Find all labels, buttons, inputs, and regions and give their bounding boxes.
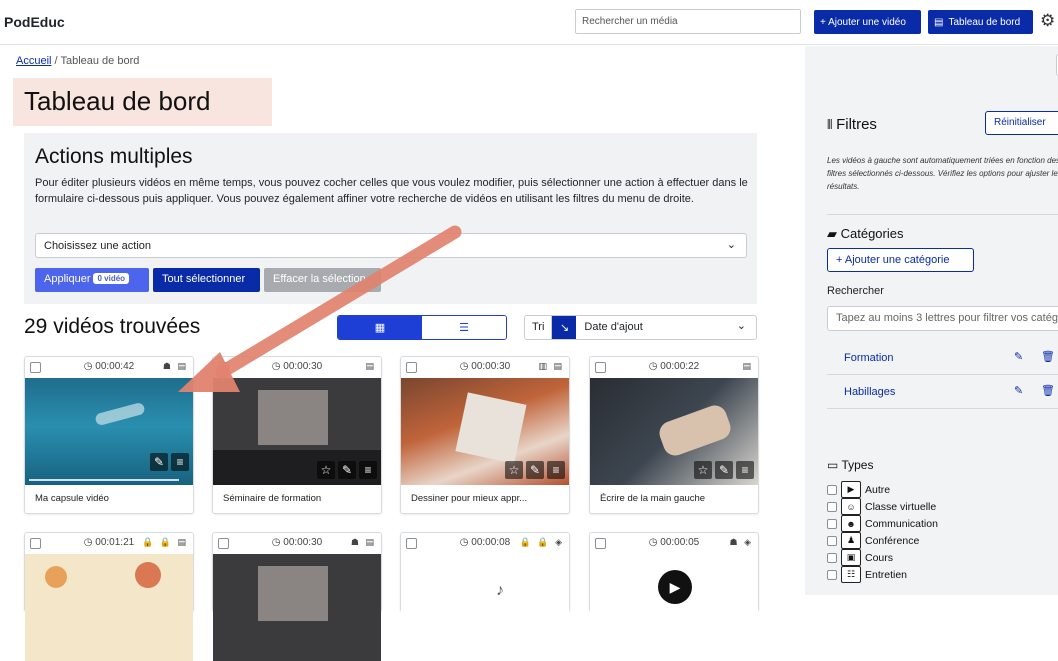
type-option[interactable]: ☻ Communication xyxy=(827,515,938,532)
trash-icon[interactable]: 🗑 xyxy=(1041,350,1055,363)
divider xyxy=(827,214,1058,215)
filters-sidebar: ⫴ Filtres Réinitialiser Les vidéos à gau… xyxy=(805,46,1058,595)
monitor-icon: ▭ xyxy=(827,458,842,472)
sliders-icon: ⫴ xyxy=(827,117,837,132)
course-icon: ▣ xyxy=(841,549,861,566)
type-label: Classe virtuelle xyxy=(865,500,937,513)
type-label: Cours xyxy=(865,551,894,564)
communication-icon: ☻ xyxy=(841,515,861,532)
trash-icon[interactable]: 🗑 xyxy=(1041,384,1055,397)
type-option[interactable]: ☺ Classe virtuelle xyxy=(827,498,936,515)
category-row[interactable]: Habillages ✎ 🗑 xyxy=(827,375,1058,409)
type-checkbox[interactable] xyxy=(827,535,837,546)
type-checkbox[interactable] xyxy=(827,552,837,563)
type-checkbox[interactable] xyxy=(827,569,837,580)
filters-note: Les vidéos à gauche sont automatiquement… xyxy=(827,156,1058,191)
type-label: Communication xyxy=(865,517,938,530)
add-category-button[interactable]: + Ajouter une catégorie xyxy=(827,248,974,272)
reset-button[interactable]: Réinitialiser xyxy=(985,111,1058,135)
type-label: Autre xyxy=(865,483,891,496)
types-heading: ▭ Types xyxy=(827,458,873,472)
type-option[interactable]: ▣ Cours xyxy=(827,549,893,566)
classroom-icon: ☺ xyxy=(841,498,861,515)
type-checkbox[interactable] xyxy=(827,518,837,529)
edit-icon[interactable]: ✎ xyxy=(1014,384,1023,397)
interview-icon: ☷ xyxy=(841,566,861,583)
categories-title: Catégories xyxy=(840,226,904,241)
filters-title: Filtres xyxy=(836,116,877,133)
types-title: Types xyxy=(841,458,874,472)
type-checkbox[interactable] xyxy=(827,484,837,495)
category-name[interactable]: Formation xyxy=(844,352,894,364)
type-option[interactable]: ☷ Entretien xyxy=(827,566,907,583)
filters-heading: ⫴ Filtres xyxy=(827,116,877,133)
type-checkbox[interactable] xyxy=(827,501,837,512)
type-option[interactable]: ▶ Autre xyxy=(827,481,890,498)
type-label: Entretien xyxy=(865,568,908,581)
type-label: Conférence xyxy=(865,534,920,547)
folder-icon: ▰ xyxy=(827,226,841,241)
conference-icon: ♟ xyxy=(841,532,861,549)
category-name[interactable]: Habillages xyxy=(844,386,895,398)
category-search-label: Rechercher xyxy=(827,285,884,297)
type-option[interactable]: ♟ Conférence xyxy=(827,532,919,549)
category-search-input[interactable]: Tapez au moins 3 lettres pour filtrer vo… xyxy=(827,306,1058,331)
video-type-icon: ▶ xyxy=(841,481,861,498)
edit-icon[interactable]: ✎ xyxy=(1014,350,1023,363)
categories-heading: ▰ Catégories xyxy=(827,226,903,242)
category-row[interactable]: Formation ✎ 🗑 xyxy=(827,341,1058,375)
